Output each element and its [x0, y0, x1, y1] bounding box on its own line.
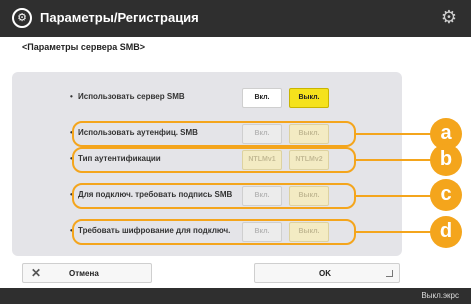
- status-footer: Выкл.экрс: [0, 288, 471, 304]
- settings-panel: Использовать сервер SMB Вкл. Выкл. Испол…: [12, 72, 402, 256]
- gear-icon[interactable]: ⚙: [441, 7, 457, 28]
- settings-badge-icon: ⚙: [12, 8, 32, 28]
- highlight-frame-a: [72, 121, 356, 147]
- row-use-smb-server: Использовать сервер SMB Вкл. Выкл.: [12, 84, 402, 112]
- corner-indicator-icon: [386, 270, 393, 277]
- cancel-label: Отмена: [69, 269, 99, 278]
- callout-leader-c: [356, 195, 432, 197]
- cancel-button[interactable]: ✕ Отмена: [22, 263, 152, 283]
- section-subheading: <Параметры сервера SMB>: [22, 42, 146, 52]
- highlight-frame-d: [72, 219, 356, 245]
- row-label: Использовать сервер SMB: [70, 92, 185, 101]
- highlight-frame-b: [72, 147, 356, 173]
- callout-b: b: [430, 144, 462, 176]
- callout-c: c: [430, 179, 462, 211]
- ok-label: OK: [319, 269, 331, 278]
- callout-leader-b: [356, 159, 432, 161]
- use-smb-on-button[interactable]: Вкл.: [242, 88, 282, 108]
- footer-text[interactable]: Выкл.экрс: [421, 291, 459, 300]
- callout-leader-d: [356, 231, 432, 233]
- highlight-frame-c: [72, 183, 356, 209]
- ok-button[interactable]: OK: [254, 263, 400, 283]
- callout-d: d: [430, 216, 462, 248]
- page-title: Параметры/Регистрация: [40, 10, 199, 25]
- title-bar: ⚙ Параметры/Регистрация ⚙: [0, 0, 471, 37]
- use-smb-off-button[interactable]: Выкл.: [289, 88, 329, 108]
- callout-leader-a: [356, 133, 432, 135]
- close-icon: ✕: [31, 266, 42, 280]
